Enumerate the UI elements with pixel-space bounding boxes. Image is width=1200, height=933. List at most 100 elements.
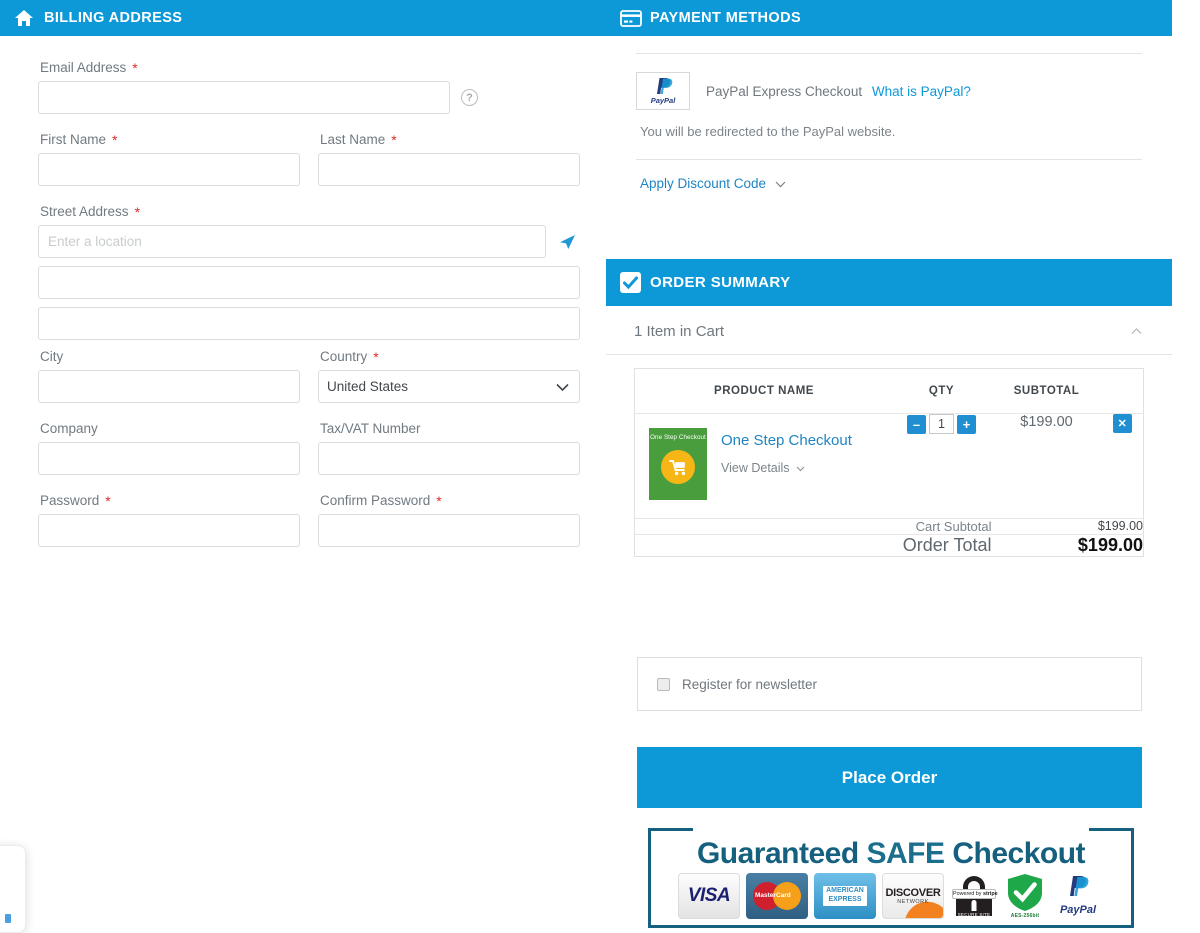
- discover-icon: DISCOVER NETWORK: [882, 873, 944, 919]
- billing-form: Email Address * ? First Name * Last Name…: [0, 36, 618, 547]
- confirm-password-required-marker: *: [436, 492, 442, 509]
- close-x-icon[interactable]: ✕: [1112, 414, 1132, 433]
- location-arrow-icon[interactable]: [556, 231, 578, 253]
- first-name-label: First Name *: [40, 132, 300, 147]
- item-subtotal: $199.00: [1020, 414, 1073, 430]
- company-label-text: Company: [40, 421, 98, 436]
- paypal-method-text: PayPal Express Checkout What is PayPal?: [706, 84, 971, 99]
- checkout-page: BILLING ADDRESS Email Address * ? First …: [0, 0, 1200, 933]
- company-field-group: Company: [38, 421, 300, 475]
- confirm-password-label-text: Confirm Password: [320, 493, 431, 508]
- stripe-tag-prefix: Powered by: [953, 891, 983, 897]
- payment-badges: VISA MasterCard AMERICAN EXPRESS DISCOVE…: [651, 873, 1131, 919]
- stripe-tag-brand: stripe: [982, 891, 998, 897]
- question-mark-icon[interactable]: ?: [461, 89, 478, 106]
- what-is-paypal-link[interactable]: What is PayPal?: [872, 84, 971, 99]
- chat-widget[interactable]: [0, 845, 26, 933]
- street-address-required-marker: *: [134, 203, 141, 220]
- tax-vat-input[interactable]: [318, 442, 580, 475]
- password-label: Password *: [40, 493, 300, 508]
- country-label: Country *: [320, 349, 580, 364]
- order-summary-header: ORDER SUMMARY: [606, 259, 1172, 306]
- street-line1-input[interactable]: [38, 225, 546, 258]
- paypal-method-label: PayPal Express Checkout: [706, 83, 863, 99]
- password-label-text: Password: [40, 493, 100, 508]
- aes-shield-icon: AES-256bit: [1004, 873, 1046, 919]
- view-details-toggle[interactable]: View Details: [721, 461, 852, 475]
- company-input[interactable]: [38, 442, 300, 475]
- country-label-text: Country: [320, 349, 368, 364]
- paypal-logo-text: PayPal: [650, 96, 676, 105]
- company-label: Company: [40, 421, 300, 436]
- paypal-badge-label: PayPal: [1059, 904, 1097, 916]
- city-field-group: City: [38, 349, 300, 403]
- product-cell: One Step Checkout One Step Checkout View…: [635, 414, 892, 519]
- cart-table-wrap: PRODUCT NAME QTY SUBTOTAL One Step Check…: [606, 355, 1172, 557]
- trust-title-safe: SAFE: [866, 837, 946, 870]
- stripe-secure-icon: Powered by stripe SECURE SITE: [950, 873, 998, 919]
- cart-col-product-name: PRODUCT NAME: [636, 368, 892, 414]
- apply-discount-code-row[interactable]: Apply Discount Code: [606, 160, 1172, 209]
- product-name-link[interactable]: One Step Checkout: [721, 432, 852, 449]
- last-name-label: Last Name *: [320, 132, 580, 147]
- email-field-group: Email Address * ?: [38, 60, 580, 114]
- payment-methods-panel: PAYMENT METHODS PayPal PayPal Express Ch…: [606, 0, 1172, 209]
- table-row: One Step Checkout One Step Checkout View…: [635, 414, 1144, 519]
- confirm-password-input[interactable]: [318, 514, 580, 547]
- street-address-label-text: Street Address: [40, 204, 129, 219]
- confirm-password-field-group: Confirm Password *: [318, 493, 580, 547]
- qty-cell: – +: [892, 414, 992, 519]
- credit-card-icon: [620, 9, 650, 27]
- billing-address-title: BILLING ADDRESS: [44, 10, 183, 26]
- order-summary-body: 1 Item in Cart PRODUCT NAME QTY SUBTOTAL: [606, 306, 1172, 557]
- product-info: One Step Checkout View Details: [721, 428, 852, 500]
- street-line2-input[interactable]: [38, 266, 580, 299]
- email-input[interactable]: [38, 81, 450, 114]
- password-input[interactable]: [38, 514, 300, 547]
- country-field-group: Country * United States: [318, 349, 580, 403]
- quantity-stepper[interactable]: – +: [892, 414, 992, 434]
- visa-label: VISA: [687, 885, 731, 906]
- discover-line2: NETWORK: [897, 899, 929, 905]
- cart-table-header-row: PRODUCT NAME QTY SUBTOTAL: [634, 368, 1144, 414]
- newsletter-label[interactable]: Register for newsletter: [682, 677, 817, 692]
- tax-vat-field-group: Tax/VAT Number: [318, 421, 580, 475]
- city-label: City: [40, 349, 300, 364]
- apply-discount-code-link[interactable]: Apply Discount Code: [640, 176, 766, 191]
- minus-icon[interactable]: –: [907, 414, 926, 434]
- first-name-required-marker: *: [112, 131, 118, 148]
- view-details-label: View Details: [721, 461, 790, 475]
- plus-icon[interactable]: +: [957, 414, 976, 434]
- trust-title-part2: Checkout: [944, 837, 1086, 870]
- chevron-down-icon: [796, 461, 805, 475]
- last-name-label-text: Last Name: [320, 132, 386, 147]
- cart-subtotal-row: Cart Subtotal $199.00: [634, 518, 1144, 535]
- company-tax-row: Company Tax/VAT Number: [38, 421, 580, 475]
- first-name-input[interactable]: [38, 153, 300, 186]
- cart-col-qty: QTY: [891, 368, 992, 414]
- newsletter-checkbox[interactable]: [657, 677, 670, 691]
- cart-table-head: PRODUCT NAME QTY SUBTOTAL: [634, 368, 1144, 414]
- trust-title-part1: Guaranteed: [696, 837, 867, 870]
- last-name-field-group: Last Name *: [318, 132, 580, 186]
- paypal-method-row[interactable]: PayPal PayPal Express Checkout What is P…: [606, 54, 1172, 110]
- product-thumbnail[interactable]: One Step Checkout: [649, 428, 707, 500]
- street-line3-input[interactable]: [38, 307, 580, 340]
- qty-input[interactable]: [929, 414, 954, 434]
- city-input[interactable]: [38, 370, 300, 403]
- aes-label: AES-256bit: [1010, 913, 1040, 919]
- amex-line1: AMERICAN: [826, 887, 864, 895]
- visa-icon: VISA: [678, 873, 740, 919]
- cart-count-toggle[interactable]: 1 Item in Cart: [606, 306, 1172, 355]
- cart-subtotal-value: $199.00: [991, 518, 1144, 535]
- payment-methods-body: PayPal PayPal Express Checkout What is P…: [606, 36, 1172, 209]
- american-express-icon: AMERICAN EXPRESS: [814, 873, 876, 919]
- last-name-input[interactable]: [318, 153, 580, 186]
- chevron-up-icon[interactable]: [1131, 322, 1142, 340]
- tax-vat-label-text: Tax/VAT Number: [320, 421, 421, 436]
- country-select[interactable]: United States: [318, 370, 580, 403]
- paypal-redirect-note: You will be redirected to the PayPal web…: [640, 124, 896, 139]
- trust-banner: Guaranteed SAFE Checkout VISA MasterCard…: [648, 828, 1134, 928]
- place-order-button[interactable]: Place Order: [637, 747, 1142, 808]
- city-country-row: City Country * United States: [38, 349, 580, 403]
